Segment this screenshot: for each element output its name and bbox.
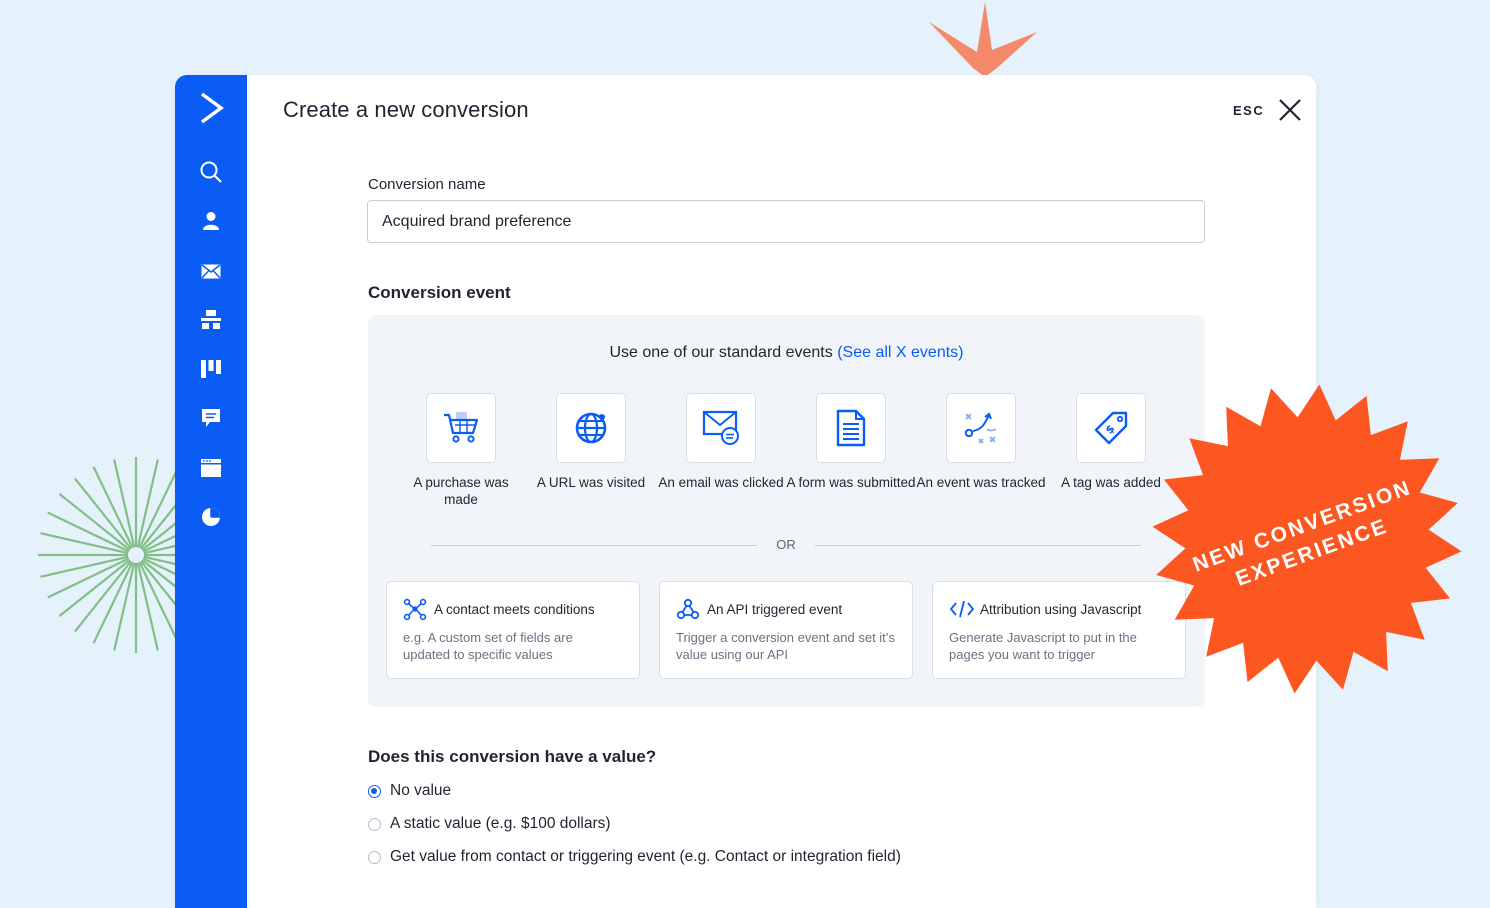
option-javascript-attribution-description: Generate Javascript to put in the pages …: [949, 630, 1137, 662]
shopping-cart-icon: [444, 412, 479, 443]
radio-no-value-control[interactable]: [368, 784, 381, 798]
email-icon[interactable]: [198, 258, 224, 284]
radio-static-value[interactable]: A static value (e.g. $100 dollars): [368, 815, 611, 833]
close-button[interactable]: [1277, 97, 1303, 123]
radio-static-value-control[interactable]: [368, 817, 381, 831]
sunburst-ray: [40, 532, 129, 555]
sunburst-ray: [136, 562, 159, 651]
option-contact-conditions-title: A contact meets conditions: [434, 601, 595, 617]
event-tile-url[interactable]: A URL was visited: [526, 393, 656, 491]
contacts-icon[interactable]: [198, 208, 224, 234]
search-icon[interactable]: [198, 159, 224, 185]
automations-icon[interactable]: [198, 307, 224, 333]
radio-contact-value-label: Get value from contact or triggering eve…: [390, 848, 901, 865]
network-icon: [403, 598, 429, 620]
logo-chevron-icon[interactable]: [196, 91, 226, 125]
conversion-event-panel: Use one of our standard events (See all …: [368, 315, 1205, 707]
option-contact-conditions-description: e.g. A custom set of fields are updated …: [403, 630, 573, 662]
event-tile-form[interactable]: A form was submitted: [786, 393, 916, 491]
option-javascript-attribution-title: Attribution using Javascript: [980, 601, 1142, 617]
conversion-modal: Create a new conversion ESC Conversion n…: [175, 75, 1316, 908]
radio-no-value[interactable]: No value: [368, 782, 451, 800]
value-question-title: Does this conversion have a value?: [368, 747, 657, 766]
event-tile-tracked-label: An event was tracked: [916, 475, 1046, 490]
deals-pipeline-icon[interactable]: [198, 356, 224, 382]
event-tile-email[interactable]: An email was clicked: [656, 393, 786, 491]
event-tile-form-label: A form was submitted: [786, 475, 916, 490]
salmon-burst-decoration: [929, 2, 1037, 77]
radio-contact-value-control[interactable]: [368, 850, 381, 864]
website-icon[interactable]: [198, 455, 224, 481]
radio-static-value-label: A static value (e.g. $100 dollars): [390, 815, 611, 832]
event-tracking-icon: [964, 412, 997, 444]
page-title: Create a new conversion: [283, 97, 529, 122]
conversations-icon[interactable]: [198, 405, 224, 431]
sidebar: [175, 75, 247, 908]
conversion-event-title: Conversion event: [368, 283, 511, 302]
event-tile-purchase-box: [426, 393, 496, 463]
tag-icon: $: [1094, 411, 1128, 445]
radio-contact-value[interactable]: Get value from contact or triggering eve…: [368, 848, 901, 866]
standard-events-heading-text: Use one of our standard events: [609, 344, 833, 361]
or-divider: OR: [431, 537, 1141, 553]
option-javascript-attribution[interactable]: Attribution using Javascript Generate Ja…: [932, 581, 1186, 679]
reports-icon[interactable]: [198, 504, 224, 530]
see-all-events-link[interactable]: (See all X events): [837, 344, 963, 361]
esc-label[interactable]: ESC: [1233, 103, 1264, 118]
close-icon: [1279, 99, 1301, 121]
sunburst-ray: [136, 459, 159, 548]
event-tile-email-label: An email was clicked: [658, 475, 784, 490]
event-tile-tracked-box: [946, 393, 1016, 463]
sunburst-ray: [113, 562, 136, 651]
event-tile-purchase-label: A purchase was made: [413, 475, 509, 507]
radio-no-value-label: No value: [390, 782, 452, 799]
sunburst-ray: [40, 555, 129, 578]
option-api-event[interactable]: An API triggered event Trigger a convers…: [659, 581, 913, 679]
conversion-name-label: Conversion name: [368, 176, 486, 193]
or-divider-line-right: [815, 545, 1141, 546]
event-tile-form-box: [816, 393, 886, 463]
standard-events-heading: Use one of our standard events (See all …: [368, 344, 1205, 362]
event-tile-purchase[interactable]: A purchase was made: [396, 393, 526, 508]
new-conversion-experience-badge: NEW CONVERSION EXPERIENCE: [1152, 384, 1462, 694]
option-contact-conditions[interactable]: A contact meets conditions e.g. A custom…: [386, 581, 640, 679]
event-tile-url-box: [556, 393, 626, 463]
globe-icon: [575, 412, 607, 444]
webhook-icon: [676, 598, 702, 620]
conversion-name-input[interactable]: [367, 200, 1205, 243]
option-api-event-description: Trigger a conversion event and set it’s …: [676, 630, 895, 662]
event-tile-tag-box: $: [1076, 393, 1146, 463]
email-click-icon: [702, 410, 739, 445]
sunburst-ray: [113, 459, 136, 548]
event-tile-tracked[interactable]: An event was tracked: [916, 393, 1046, 491]
code-icon: [949, 598, 975, 620]
event-tile-url-label: A URL was visited: [536, 475, 646, 490]
event-tile-email-box: [686, 393, 756, 463]
option-api-event-title: An API triggered event: [707, 601, 843, 617]
form-icon: [836, 409, 866, 447]
